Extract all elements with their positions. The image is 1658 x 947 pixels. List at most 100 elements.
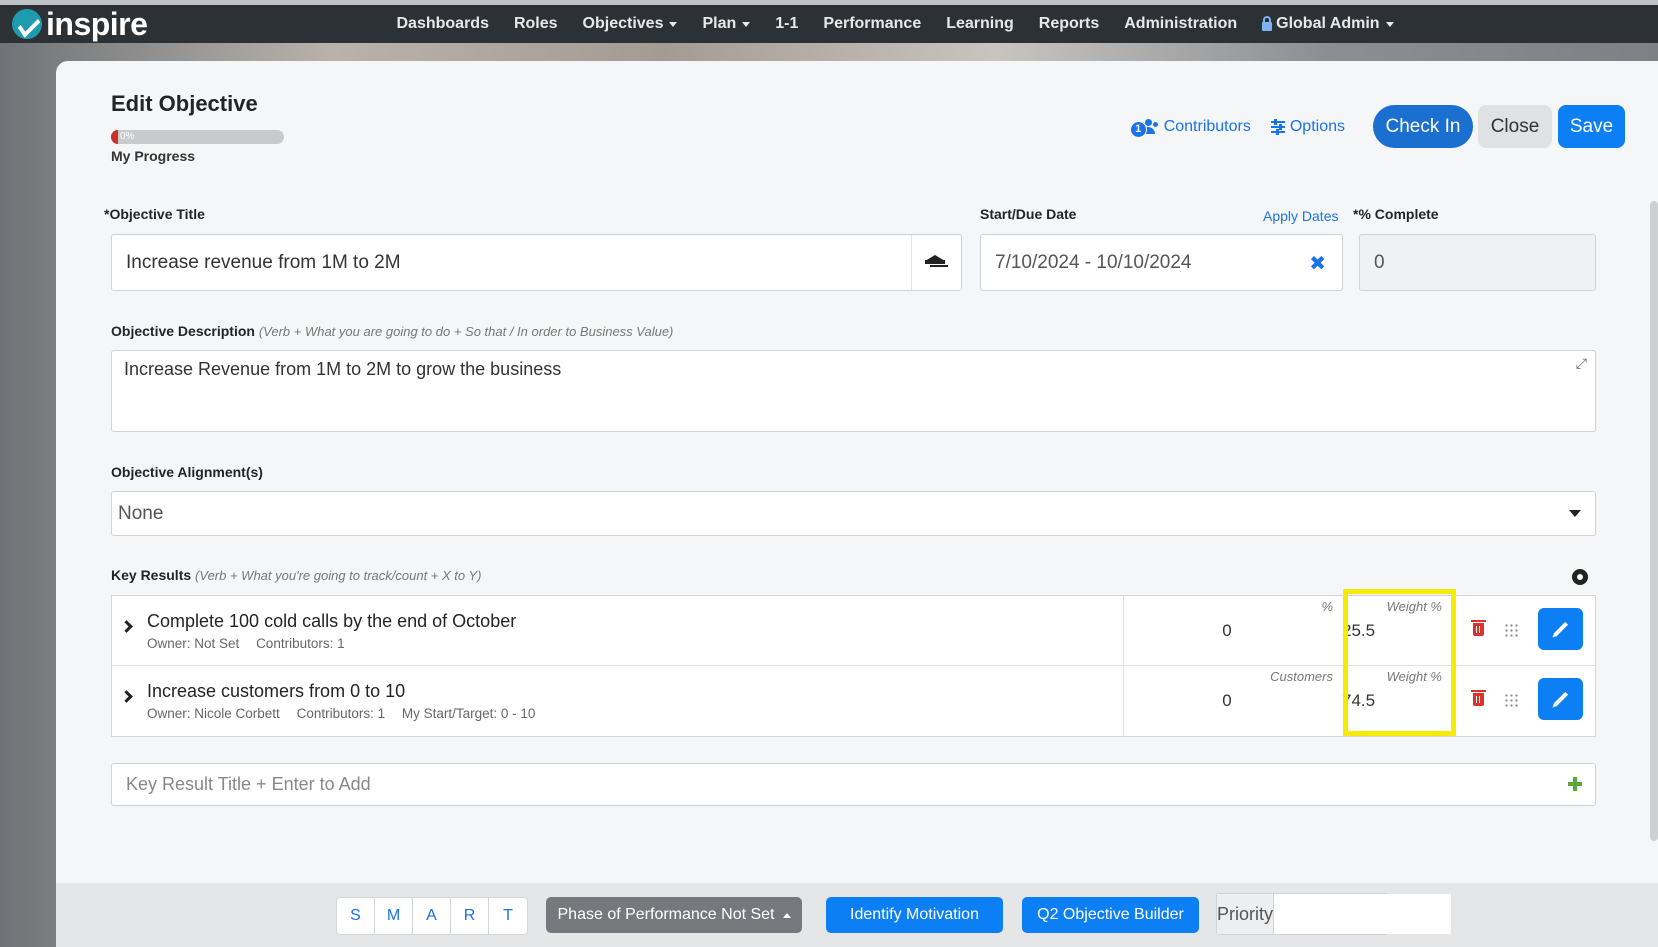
divider [1123, 666, 1124, 736]
date-label: Start/Due Date [980, 206, 1077, 222]
date-range-field[interactable]: 7/10/2024 - 10/10/2024 ✖ [980, 234, 1343, 291]
pencil-icon [1553, 621, 1569, 637]
percent-complete-value: 0 [1374, 251, 1385, 273]
priority-label: Priority [1217, 894, 1275, 934]
alignment-label: Objective Alignment(s) [111, 464, 263, 480]
phase-label: Phase of Performance Not Set [557, 906, 775, 923]
top-navbar: inspire Dashboards Roles Objectives Plan… [0, 0, 1658, 43]
options-link[interactable]: Options [1270, 117, 1345, 136]
trash-icon[interactable] [1471, 690, 1486, 706]
logo-mark-icon [12, 9, 42, 39]
caret-down-icon [1385, 21, 1394, 27]
objective-title-value: Increase revenue from 1M to 2M [126, 251, 401, 273]
caret-up-icon [782, 912, 791, 918]
objective-builder-button[interactable]: Q2 Objective Builder [1022, 897, 1199, 933]
identify-motivation-button[interactable]: Identify Motivation [826, 897, 1003, 933]
objective-title-label: *Objective Title [104, 206, 205, 222]
date-range-value: 7/10/2024 - 10/10/2024 [995, 251, 1192, 273]
alignment-select[interactable]: None [111, 491, 1596, 536]
description-field[interactable]: Increase Revenue from 1M to 2M to grow t… [111, 350, 1596, 432]
percent-complete-field[interactable]: 0 [1359, 234, 1596, 291]
trash-icon[interactable] [1471, 620, 1486, 636]
key-result-contributors: Contributors: 1 [256, 636, 345, 651]
edit-key-result-button[interactable] [1538, 678, 1583, 720]
key-result-title[interactable]: Increase customers from 0 to 10 [147, 681, 405, 702]
chevron-right-icon[interactable] [120, 690, 133, 703]
weight-value[interactable]: 25.5 [1342, 621, 1375, 641]
nav-one-on-one[interactable]: 1-1 [763, 15, 811, 33]
weight-label: Weight % [1386, 599, 1442, 614]
close-button[interactable]: Close [1478, 105, 1552, 148]
description-label-text: Objective Description [111, 323, 255, 339]
nav-learning[interactable]: Learning [934, 15, 1027, 33]
contributors-link[interactable]: 1 Contributors [1129, 117, 1251, 138]
nav-dashboards[interactable]: Dashboards [384, 15, 501, 33]
check-in-button[interactable]: Check In [1373, 105, 1473, 148]
nav-roles[interactable]: Roles [501, 15, 570, 33]
add-key-result [111, 763, 1596, 806]
nav-plan[interactable]: Plan [690, 15, 763, 33]
progress-percent: 0% [120, 131, 135, 142]
key-results-label: Key Results (Verb + What you're going to… [111, 567, 482, 583]
key-result-row: Increase customers from 0 to 10 Owner: N… [112, 666, 1595, 736]
objective-title-field[interactable]: Increase revenue from 1M to 2M [111, 234, 962, 291]
key-result-meta: Owner: Nicole Corbett Contributors: 1 My… [147, 706, 548, 721]
smart-t-button[interactable]: T [489, 898, 527, 934]
priority-input[interactable] [1274, 894, 1452, 934]
lock-icon [1262, 15, 1273, 31]
key-result-title[interactable]: Complete 100 cold calls by the end of Oc… [147, 611, 516, 632]
caret-down-icon [742, 21, 751, 27]
priority-field: Priority [1216, 893, 1452, 935]
description-label: Objective Description (Verb + What you a… [111, 323, 673, 339]
nav-performance[interactable]: Performance [811, 15, 934, 33]
divider [1123, 596, 1124, 665]
progress-label: My Progress [111, 148, 196, 164]
progress-fill [111, 130, 118, 144]
smart-selector: S M A R T [336, 897, 528, 935]
logo-text: inspire [46, 6, 148, 42]
expand-icon[interactable]: ⤢ [1576, 355, 1587, 372]
header-actions: 1 Contributors Options Check In Close Sa… [1129, 105, 1625, 148]
key-result-owner: Owner: Not Set [147, 636, 240, 651]
key-results-hint: (Verb + What you're going to track/count… [195, 568, 482, 583]
nav-administration[interactable]: Administration [1112, 15, 1250, 33]
drag-handle-icon[interactable] [1504, 623, 1518, 637]
phase-of-performance-button[interactable]: Phase of Performance Not Set [546, 897, 802, 933]
key-result-value[interactable]: 0 [1212, 621, 1242, 641]
key-result-contributors: Contributors: 1 [296, 706, 386, 721]
apply-dates-link[interactable]: Apply Dates [1263, 208, 1338, 224]
key-results-label-text: Key Results [111, 567, 192, 583]
clear-date-icon[interactable]: ✖ [1309, 251, 1326, 276]
save-button[interactable]: Save [1558, 105, 1625, 148]
smart-a-button[interactable]: A [413, 898, 451, 934]
key-result-start-target: My Start/Target: 0 - 10 [401, 706, 536, 721]
smart-m-button[interactable]: M [375, 898, 413, 934]
nav-objectives[interactable]: Objectives [570, 15, 690, 33]
caret-down-icon [669, 21, 678, 27]
key-result-row: Complete 100 cold calls by the end of Oc… [112, 596, 1595, 666]
chevron-right-icon[interactable] [120, 620, 133, 633]
alignment-value: None [118, 502, 164, 524]
key-result-value[interactable]: 0 [1212, 691, 1242, 711]
drag-handle-icon[interactable] [1504, 693, 1518, 707]
nav-reports[interactable]: Reports [1026, 15, 1111, 33]
add-key-result-input[interactable] [111, 763, 1596, 806]
key-result-meta: Owner: Not Set Contributors: 1 [147, 636, 358, 651]
smart-r-button[interactable]: R [451, 898, 489, 934]
plus-icon[interactable] [1568, 777, 1582, 791]
smart-s-button[interactable]: S [337, 898, 375, 934]
dropdown-caret-icon [1569, 510, 1581, 517]
sliders-icon [1270, 119, 1285, 135]
logo[interactable]: inspire [12, 6, 148, 42]
objective-builder-toggle[interactable] [911, 235, 961, 290]
scrollbar[interactable] [1650, 201, 1658, 841]
gear-icon[interactable] [1570, 567, 1590, 587]
options-label: Options [1289, 117, 1345, 135]
nav-global-admin[interactable]: Global Admin [1250, 15, 1406, 33]
contributors-label: Contributors [1163, 117, 1251, 135]
weight-label: Weight % [1386, 669, 1442, 684]
weight-value[interactable]: 74.5 [1342, 691, 1375, 711]
edit-key-result-button[interactable] [1538, 608, 1583, 650]
pencil-icon [1553, 691, 1569, 707]
edit-objective-panel: Edit Objective 0% My Progress 1 Contribu… [56, 61, 1658, 947]
